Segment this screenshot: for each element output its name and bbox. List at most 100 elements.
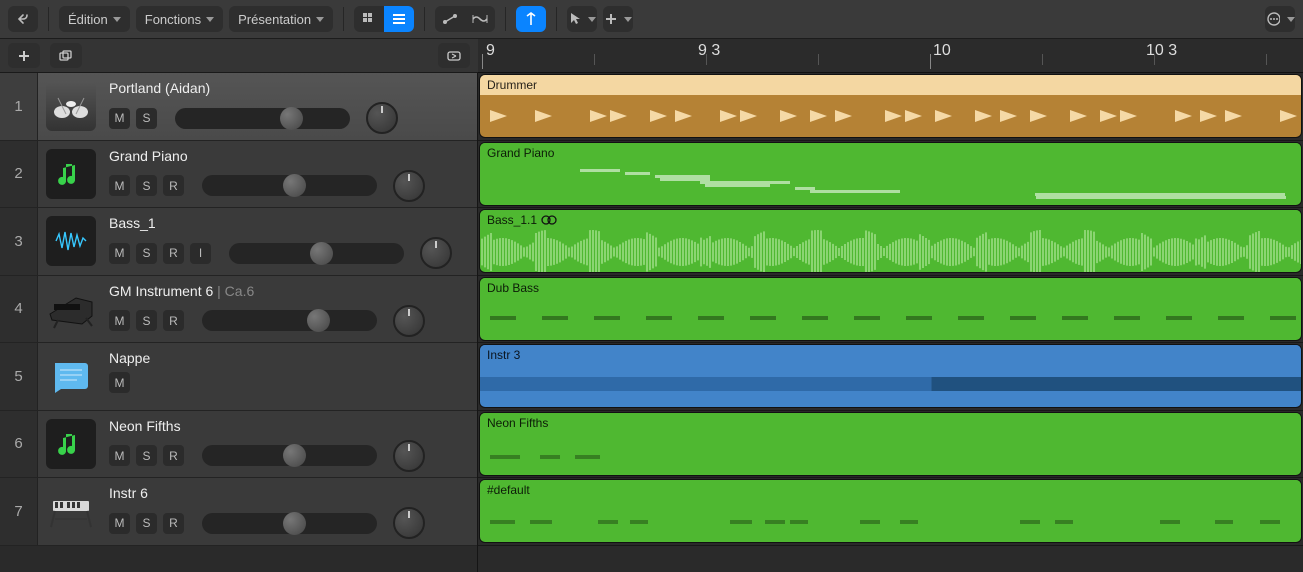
track-icon[interactable] bbox=[38, 208, 103, 275]
region-label: Bass_1.1 bbox=[487, 213, 537, 227]
track-icon[interactable] bbox=[38, 141, 103, 208]
solo-button[interactable]: S bbox=[136, 175, 157, 196]
more-menu-button[interactable] bbox=[1265, 6, 1295, 32]
main-toolbar: Édition Fonctions Présentation bbox=[0, 0, 1303, 39]
region[interactable]: Dub Bass bbox=[479, 277, 1302, 341]
duplicate-track-button[interactable] bbox=[50, 43, 82, 68]
solo-button[interactable]: S bbox=[136, 108, 157, 129]
region-label: Drummer bbox=[487, 78, 537, 92]
track-name[interactable]: Grand Piano bbox=[109, 148, 469, 164]
chevron-down-icon bbox=[588, 17, 596, 22]
region-header: #default bbox=[480, 480, 1301, 500]
region[interactable]: #default bbox=[479, 479, 1302, 543]
mute-button[interactable]: M bbox=[109, 108, 130, 129]
volume-slider[interactable] bbox=[202, 513, 377, 534]
track-name[interactable]: GM Instrument 6 | Ca.6 bbox=[109, 283, 469, 299]
region[interactable]: Grand Piano bbox=[479, 142, 1302, 206]
track-header[interactable]: 1 Portland (Aidan) MS bbox=[0, 73, 477, 141]
track-icon[interactable] bbox=[38, 276, 103, 343]
track-name[interactable]: Instr 6 bbox=[109, 485, 469, 501]
mute-button[interactable]: M bbox=[109, 372, 130, 393]
track-icon[interactable] bbox=[38, 73, 103, 140]
pan-knob[interactable] bbox=[393, 170, 425, 202]
catch-header-button[interactable] bbox=[438, 43, 470, 68]
volume-slider[interactable] bbox=[202, 310, 377, 331]
pointer-tool-button[interactable] bbox=[567, 6, 597, 32]
solo-button[interactable]: S bbox=[136, 310, 157, 331]
pan-knob[interactable] bbox=[393, 305, 425, 337]
track-icon[interactable] bbox=[38, 411, 103, 478]
chevron-down-icon bbox=[1287, 17, 1295, 22]
track-header[interactable]: 3 Bass_1 MSRI bbox=[0, 208, 477, 276]
menu-label: Édition bbox=[68, 12, 108, 27]
region-label: Dub Bass bbox=[487, 281, 539, 295]
track-number: 3 bbox=[0, 208, 38, 275]
track-number: 4 bbox=[0, 276, 38, 343]
track-header[interactable]: 7Instr 6MSR bbox=[0, 478, 477, 546]
add-track-button[interactable] bbox=[8, 43, 40, 68]
record-button[interactable]: R bbox=[163, 175, 184, 196]
track-name[interactable]: Nappe bbox=[109, 350, 469, 366]
track-icon[interactable] bbox=[38, 478, 103, 545]
menu-edition[interactable]: Édition bbox=[59, 6, 130, 32]
mute-button[interactable]: M bbox=[109, 175, 130, 196]
pan-knob[interactable] bbox=[366, 102, 398, 134]
solo-button[interactable]: S bbox=[136, 243, 157, 264]
pan-knob[interactable] bbox=[420, 237, 452, 269]
mute-button[interactable]: M bbox=[109, 243, 130, 264]
track-header[interactable]: 2Grand PianoMSR bbox=[0, 141, 477, 209]
track-header[interactable]: 5NappeM bbox=[0, 343, 477, 411]
track-number: 6 bbox=[0, 411, 38, 478]
mute-button[interactable]: M bbox=[109, 310, 130, 331]
region-header: Dub Bass bbox=[480, 278, 1301, 298]
chevron-down-icon bbox=[624, 17, 632, 22]
volume-slider[interactable] bbox=[175, 108, 350, 129]
region[interactable]: Drummer bbox=[479, 74, 1302, 138]
track-list: 1Portland (Aidan)MS2Grand PianoMSR3Bass_… bbox=[0, 73, 478, 572]
add-tool-button[interactable] bbox=[603, 6, 633, 32]
menu-fonctions[interactable]: Fonctions bbox=[136, 6, 223, 32]
region[interactable]: Instr 3 bbox=[479, 344, 1302, 408]
list-view-button[interactable] bbox=[384, 6, 414, 32]
menu-label: Fonctions bbox=[145, 12, 201, 27]
flex-button[interactable] bbox=[465, 6, 495, 32]
region[interactable]: Neon Fifths bbox=[479, 412, 1302, 476]
pan-knob[interactable] bbox=[393, 440, 425, 472]
catch-playhead-button[interactable] bbox=[516, 6, 546, 32]
track-number: 1 bbox=[0, 73, 38, 140]
record-button[interactable]: R bbox=[163, 445, 184, 466]
arrangement-area[interactable]: Drummer Grand Piano Bass_1.1 Dub Bass Instr … bbox=[478, 73, 1303, 572]
volume-slider[interactable] bbox=[202, 445, 377, 466]
grid-view-button[interactable] bbox=[354, 6, 384, 32]
record-button[interactable]: R bbox=[163, 310, 184, 331]
record-button[interactable]: R bbox=[163, 513, 184, 534]
record-button[interactable]: R bbox=[163, 243, 184, 264]
mute-button[interactable]: M bbox=[109, 513, 130, 534]
pan-knob[interactable] bbox=[393, 507, 425, 539]
region[interactable]: Bass_1.1 bbox=[479, 209, 1302, 273]
volume-slider[interactable] bbox=[202, 175, 377, 196]
region-label: Grand Piano bbox=[487, 146, 554, 160]
timeline-ruler[interactable]: 9 9 3 10 10 3 bbox=[478, 39, 1303, 73]
menu-label: Présentation bbox=[238, 12, 311, 27]
menu-presentation[interactable]: Présentation bbox=[229, 6, 333, 32]
track-name[interactable]: Portland (Aidan) bbox=[109, 80, 469, 96]
loop-icon bbox=[541, 214, 557, 226]
track-name[interactable]: Bass_1 bbox=[109, 215, 469, 231]
track-name[interactable]: Neon Fifths bbox=[109, 418, 469, 434]
solo-button[interactable]: S bbox=[136, 445, 157, 466]
mute-button[interactable]: M bbox=[109, 445, 130, 466]
region-header: Instr 3 bbox=[480, 345, 1301, 365]
track-header[interactable]: 6 Neon Fifths MSR bbox=[0, 411, 477, 479]
ruler-label: 9 3 bbox=[698, 42, 720, 60]
back-arrow-button[interactable] bbox=[8, 6, 38, 32]
track-icon[interactable] bbox=[38, 343, 103, 410]
automation-button[interactable] bbox=[435, 6, 465, 32]
track-header[interactable]: 4 GM Instrument 6 | Ca.6 MSR bbox=[0, 276, 477, 344]
chevron-down-icon bbox=[316, 17, 324, 22]
region-header: Neon Fifths bbox=[480, 413, 1301, 433]
input-button[interactable]: I bbox=[190, 243, 211, 264]
solo-button[interactable]: S bbox=[136, 513, 157, 534]
volume-slider[interactable] bbox=[229, 243, 404, 264]
region-label: #default bbox=[487, 483, 530, 497]
